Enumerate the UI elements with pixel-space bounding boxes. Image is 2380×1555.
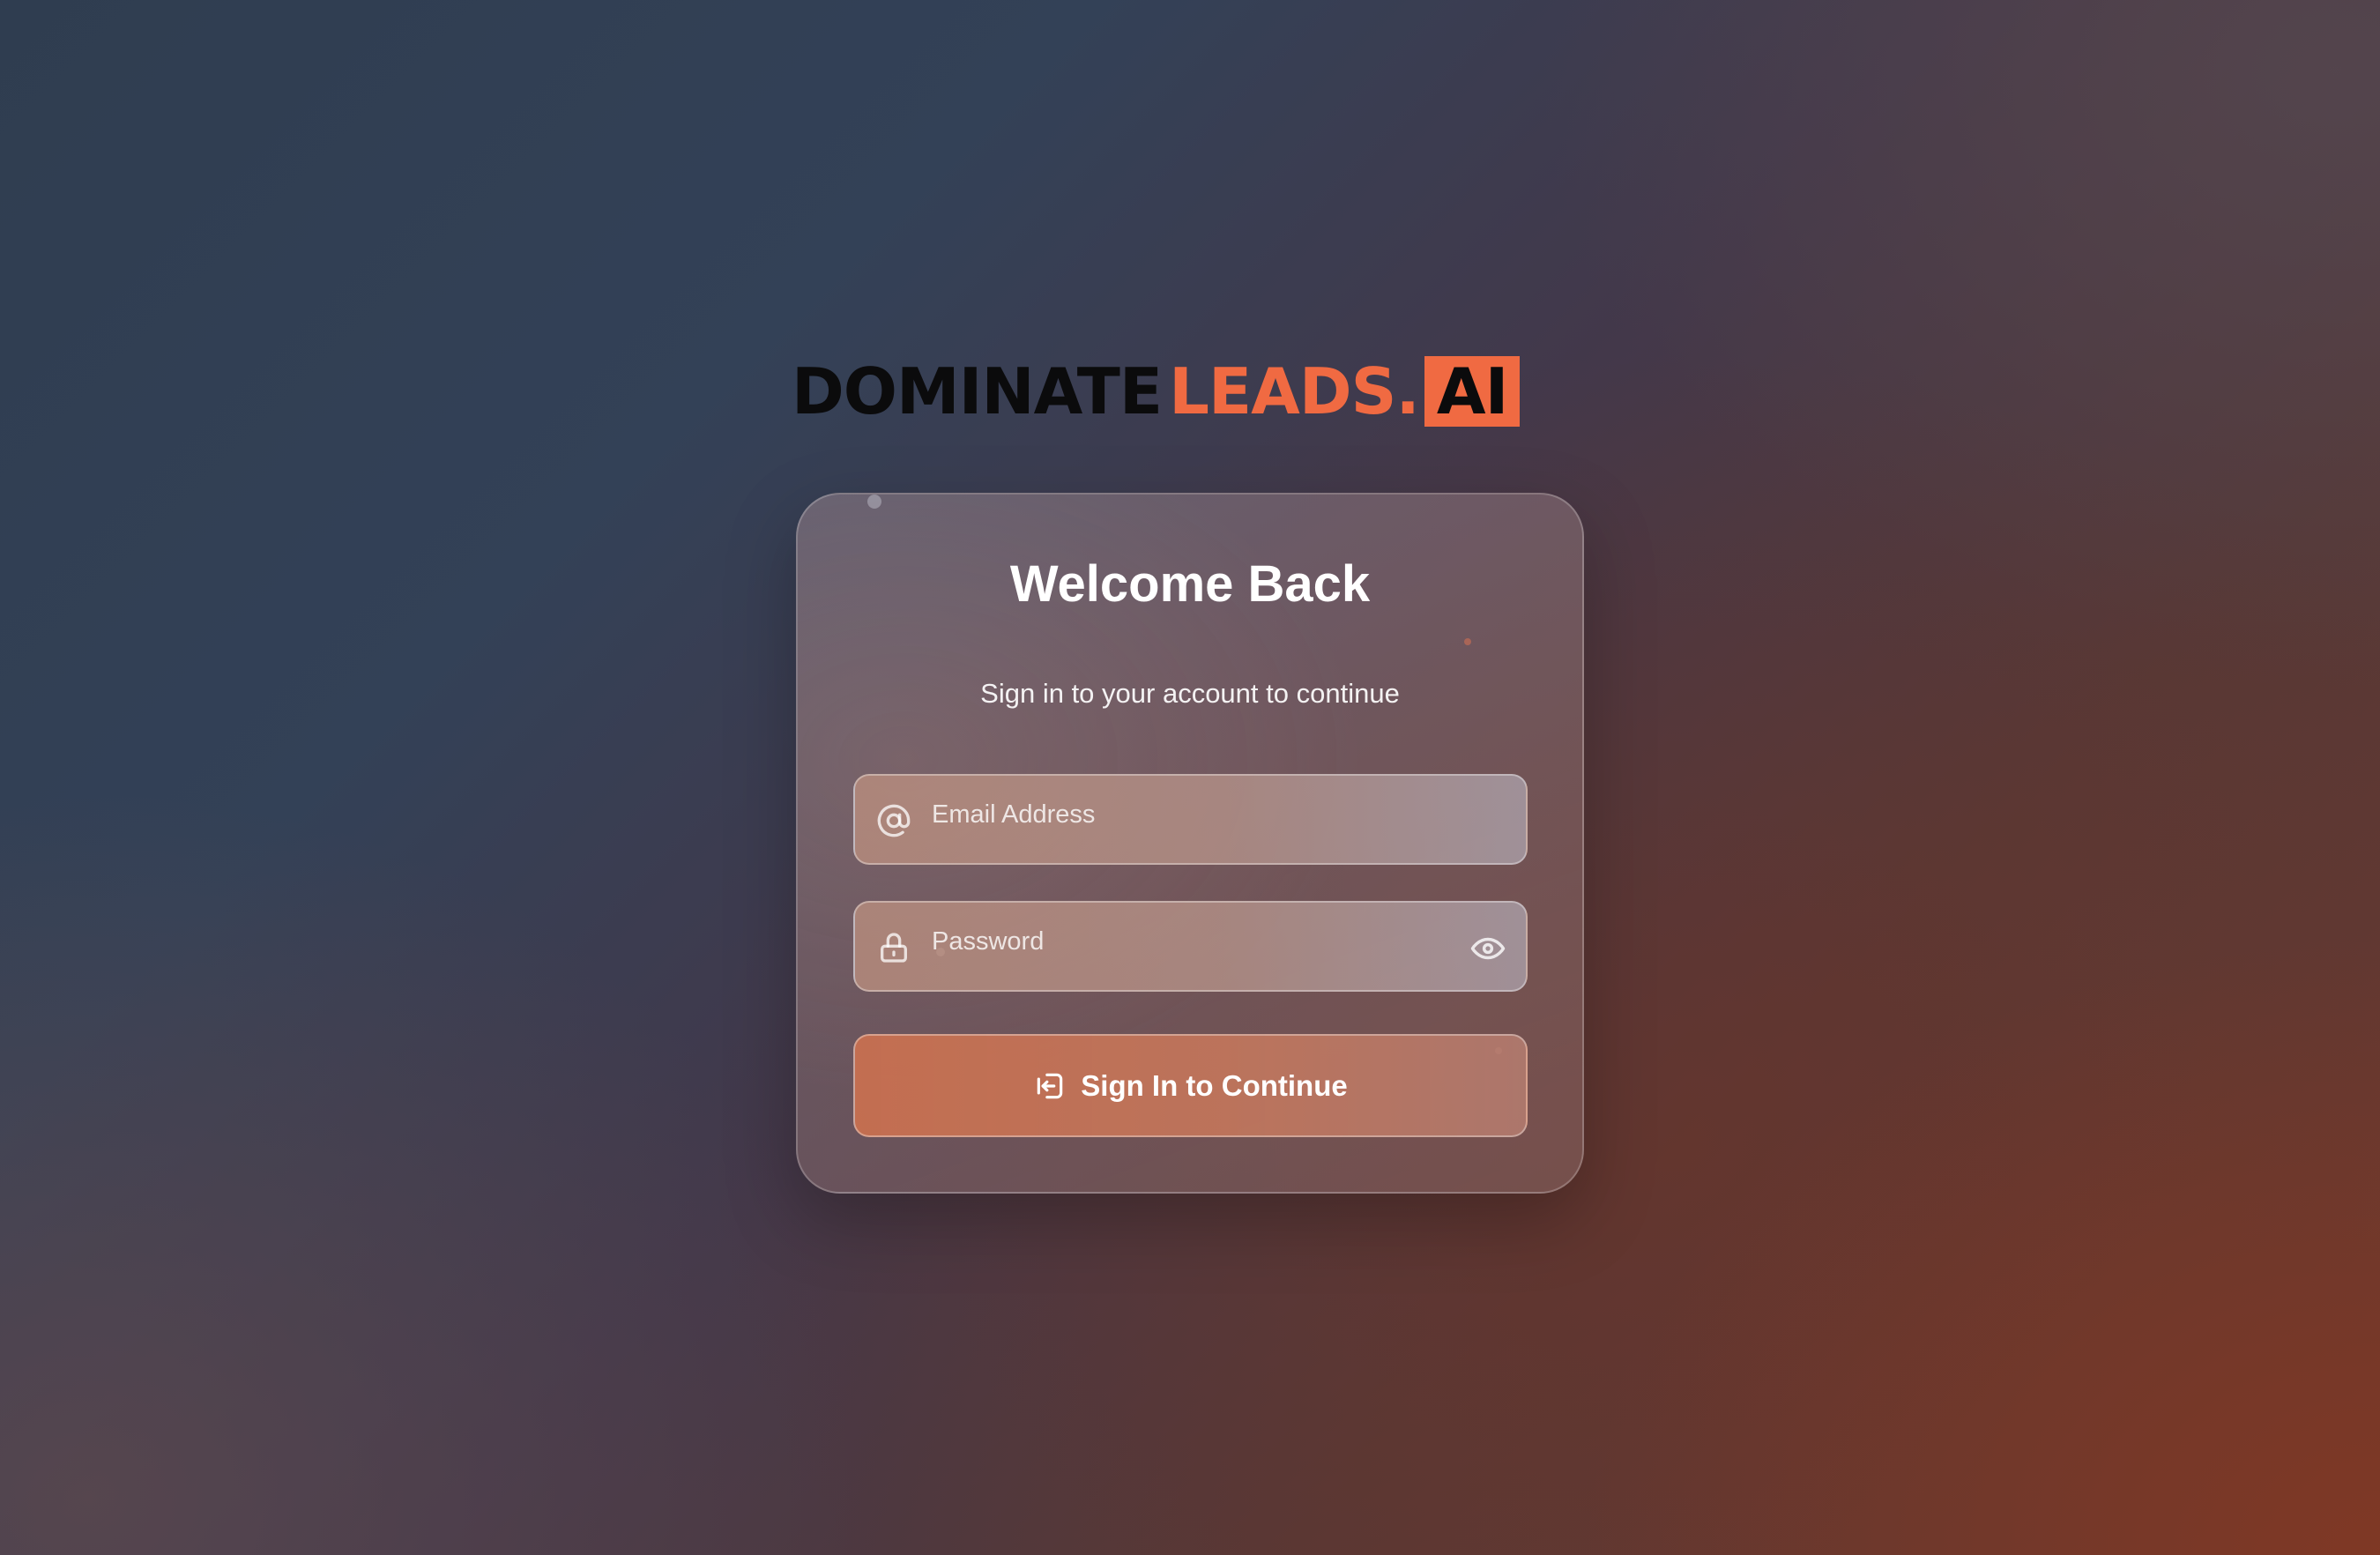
page-subtitle: Sign in to your account to continue (980, 678, 1400, 709)
decorative-dot (867, 495, 881, 509)
sign-in-button[interactable]: Sign In to Continue (853, 1034, 1528, 1137)
password-field[interactable]: Password (853, 901, 1528, 992)
at-sign-icon (877, 804, 911, 837)
eye-icon[interactable] (1469, 930, 1506, 967)
decorative-dot (1464, 638, 1471, 645)
email-field[interactable]: Email Address (853, 774, 1528, 865)
email-placeholder: Email Address (932, 800, 1096, 829)
brand-logo: DOMINATE LEADS. AI (792, 354, 1521, 428)
logo-text-dominate: DOMINATE (792, 354, 1163, 428)
logo-text-leads: LEADS. (1169, 354, 1420, 428)
password-placeholder: Password (932, 927, 1045, 956)
lock-icon (881, 933, 907, 963)
sign-in-button-label: Sign In to Continue (1081, 1068, 1348, 1102)
login-card: Welcome Back Sign in to your account to … (796, 493, 1584, 1194)
logo-text-ai: AI (1424, 356, 1521, 427)
sign-in-icon (1038, 1073, 1063, 1098)
page-title: Welcome Back (1009, 555, 1371, 613)
